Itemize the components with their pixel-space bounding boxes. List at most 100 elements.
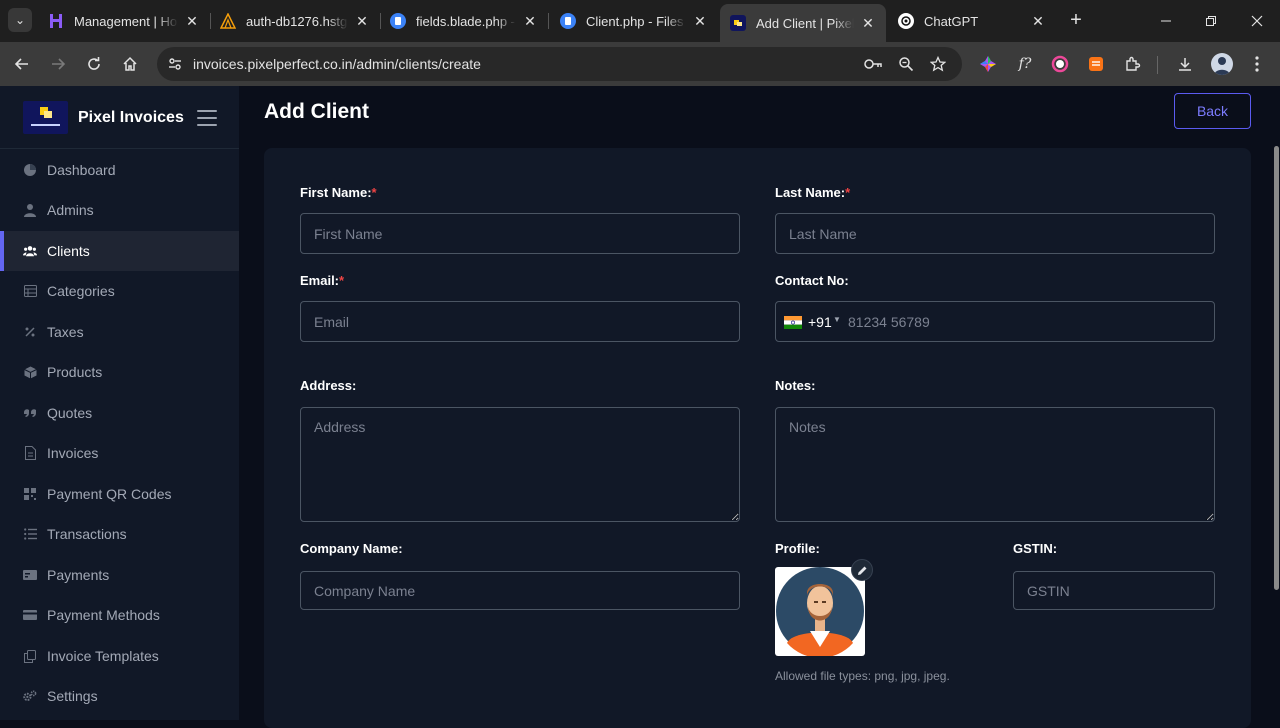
extensions-puzzle-icon[interactable]: [1122, 53, 1144, 75]
allowed-file-types-hint: Allowed file types: png, jpg, jpeg.: [775, 669, 950, 683]
restore-icon[interactable]: [1188, 0, 1234, 42]
quote-icon: [23, 406, 37, 420]
address-textarea[interactable]: [300, 407, 740, 522]
site-info-icon[interactable]: [167, 56, 183, 72]
profile-avatar-preview[interactable]: [775, 567, 865, 656]
file-manager-icon: [390, 13, 406, 29]
sidebar-item-categories[interactable]: Categories: [0, 271, 239, 311]
zoom-icon[interactable]: [896, 55, 916, 73]
sidebar-item-quotes[interactable]: Quotes: [0, 393, 239, 433]
close-tab-icon[interactable]: ✕: [860, 15, 876, 32]
font-extension-icon[interactable]: f?: [1014, 53, 1036, 75]
copy-icon: [23, 649, 37, 663]
brand-header: Pixel Invoices: [0, 86, 239, 149]
sidebar-item-label: Categories: [47, 283, 115, 299]
sidebar-item-payments[interactable]: Payments: [0, 555, 239, 595]
last-name-label: Last Name:*: [775, 185, 850, 200]
sidebar-item-settings[interactable]: Settings: [0, 676, 239, 716]
sidebar-item-payment-methods[interactable]: Payment Methods: [0, 595, 239, 635]
india-flag-icon[interactable]: [784, 316, 802, 329]
box-icon: [23, 365, 37, 379]
contact-label: Contact No:: [775, 273, 849, 288]
password-key-icon[interactable]: [863, 55, 883, 73]
gstin-input[interactable]: [1013, 571, 1215, 610]
close-tab-icon[interactable]: ✕: [692, 13, 708, 30]
sidebar-item-label: Transactions: [47, 526, 127, 542]
sidebar-item-label: Payment QR Codes: [47, 486, 172, 502]
close-tab-icon[interactable]: ✕: [1030, 13, 1046, 30]
sidebar-item-taxes[interactable]: Taxes: [0, 312, 239, 352]
hamburger-menu-icon[interactable]: [197, 110, 217, 126]
notes-label: Notes:: [775, 378, 815, 393]
dial-code[interactable]: +91: [808, 314, 832, 330]
label-text: Last Name:: [775, 185, 846, 200]
forward-arrow-icon[interactable]: [44, 50, 72, 78]
home-icon[interactable]: [116, 50, 144, 78]
dashboard-icon: [23, 163, 37, 177]
sidebar-item-clients[interactable]: Clients: [0, 231, 239, 271]
sidebar-item-label: Invoice Templates: [47, 648, 159, 664]
company-name-input[interactable]: [300, 571, 740, 610]
reload-icon[interactable]: [80, 50, 108, 78]
close-window-icon[interactable]: [1234, 0, 1280, 42]
sidebar-item-transactions[interactable]: Transactions: [0, 514, 239, 554]
money-icon: [23, 568, 37, 582]
last-name-input[interactable]: [775, 213, 1215, 254]
file-manager-icon: [560, 13, 576, 29]
color-picker-extension-icon[interactable]: [977, 53, 999, 75]
notes-textarea[interactable]: [775, 407, 1215, 522]
sidebar-item-label: Quotes: [47, 405, 93, 421]
qr-code-icon: [23, 487, 37, 501]
browser-tab-fields-blade[interactable]: fields.blade.php - File Manager ✕: [380, 6, 548, 36]
gstin-label: GSTIN:: [1013, 541, 1057, 556]
minimize-icon[interactable]: [1143, 0, 1189, 42]
close-tab-icon[interactable]: ✕: [522, 13, 538, 30]
back-arrow-icon[interactable]: [8, 50, 36, 78]
address-label: Address:: [300, 378, 356, 393]
sidebar-item-dashboard[interactable]: Dashboard: [0, 150, 239, 190]
sidebar-item-admins[interactable]: Admins: [0, 190, 239, 230]
tab-title: Add Client | Pixel Invoices: [756, 15, 854, 31]
label-text: Profile:: [775, 541, 820, 556]
browser-toolbar: invoices.pixelperfect.co.in/admin/client…: [0, 42, 1280, 86]
edit-pencil-icon[interactable]: [851, 559, 873, 581]
bookmark-star-icon[interactable]: [928, 55, 948, 73]
browser-tab-chatgpt[interactable]: ChatGPT ✕: [888, 6, 1056, 36]
country-dropdown-caret-icon[interactable]: ▼: [833, 315, 841, 324]
required-asterisk: *: [845, 185, 851, 200]
address-bar[interactable]: invoices.pixelperfect.co.in/admin/client…: [157, 47, 962, 81]
browser-tab-phpmyadmin[interactable]: auth-db1276.hstgr.io ✕: [210, 6, 380, 36]
notes-extension-icon[interactable]: [1085, 53, 1107, 75]
browser-tab-add-client[interactable]: Add Client | Pixel Invoices ✕: [720, 4, 886, 42]
profile-avatar-icon[interactable]: [1211, 53, 1233, 75]
screenshot-extension-icon[interactable]: [1049, 53, 1071, 75]
page-scrollbar[interactable]: [1274, 146, 1279, 590]
tab-search-chevron-icon[interactable]: ⌄: [8, 8, 32, 32]
email-input[interactable]: [300, 301, 740, 342]
main-content: Add Client Back First Name:* Last Name:*…: [239, 86, 1280, 728]
sidebar-item-label: Invoices: [47, 445, 99, 461]
tab-separator: [548, 13, 549, 29]
required-asterisk: *: [339, 273, 345, 288]
sidebar-item-invoices[interactable]: Invoices: [0, 433, 239, 473]
browser-tab-hostinger[interactable]: Management | Hostinger ✕: [38, 6, 210, 36]
tab-title: fields.blade.php - File Manager: [416, 13, 516, 29]
browser-tab-client-php[interactable]: Client.php - Files - File Manager ✕: [550, 6, 718, 36]
pixel-perfect-logo[interactable]: [23, 101, 68, 134]
back-button[interactable]: Back: [1174, 93, 1251, 129]
sidebar-item-invoice-templates[interactable]: Invoice Templates: [0, 636, 239, 676]
more-menu-icon[interactable]: [1246, 53, 1268, 75]
label-text: First Name:: [300, 185, 372, 200]
users-icon: [23, 244, 37, 258]
sidebar-item-payment-qr-codes[interactable]: Payment QR Codes: [0, 474, 239, 514]
sidebar-item-label: Admins: [47, 202, 94, 218]
close-tab-icon[interactable]: ✕: [184, 13, 200, 30]
sidebar-item-products[interactable]: Products: [0, 352, 239, 392]
contact-number-input[interactable]: [848, 302, 1208, 341]
first-name-input[interactable]: [300, 213, 740, 254]
download-icon[interactable]: [1174, 53, 1196, 75]
brand-name[interactable]: Pixel Invoices: [78, 109, 184, 127]
new-tab-plus-icon[interactable]: +: [1065, 9, 1087, 31]
company-name-label: Company Name:: [300, 541, 403, 556]
close-tab-icon[interactable]: ✕: [354, 13, 370, 30]
